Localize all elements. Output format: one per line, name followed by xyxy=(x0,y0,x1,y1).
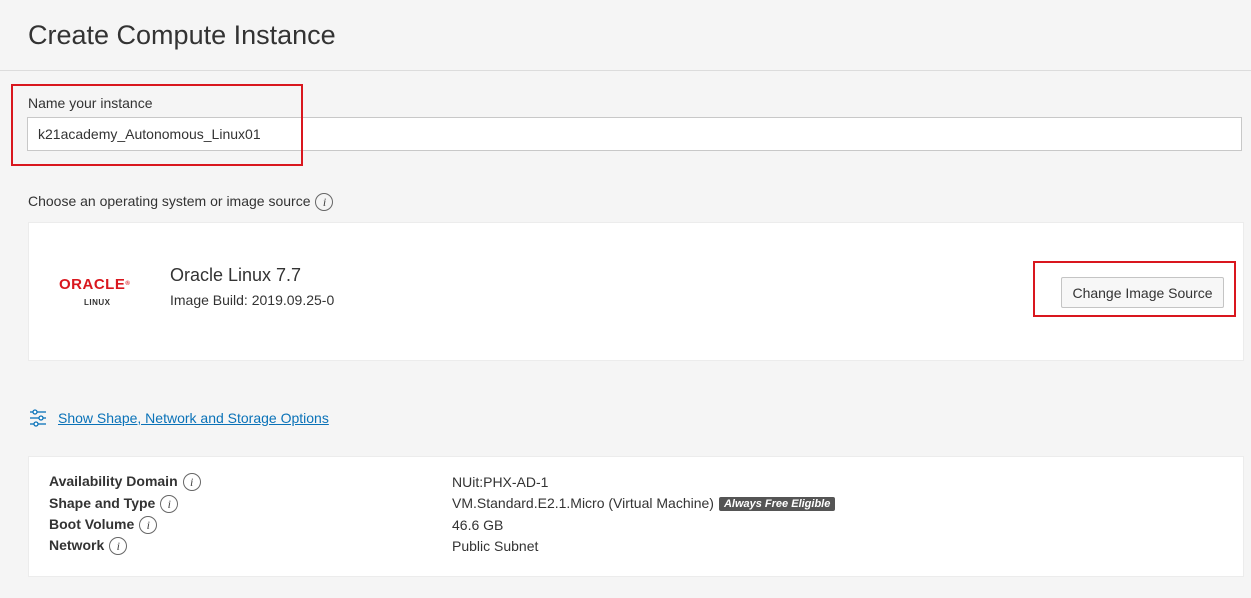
instance-name-label: Name your instance xyxy=(28,95,153,111)
summary-value: 46.6 GB xyxy=(452,517,504,533)
change-image-source-button[interactable]: Change Image Source xyxy=(1061,277,1224,308)
logo-sub-text: LINUX xyxy=(84,298,111,307)
info-icon[interactable]: i xyxy=(315,193,334,212)
show-options-link-text[interactable]: Show Shape, Network and Storage Options xyxy=(58,410,329,426)
image-source-label-text: Choose an operating system or image sour… xyxy=(28,193,311,209)
show-options-link[interactable]: Show Shape, Network and Storage Options xyxy=(28,408,329,428)
image-source-label: Choose an operating system or image sour… xyxy=(28,193,334,212)
info-icon[interactable]: i xyxy=(182,473,201,492)
page-title: Create Compute Instance xyxy=(28,20,336,50)
summary-value: VM.Standard.E2.1.Micro (Virtual Machine) xyxy=(452,495,714,511)
summary-label: Availability Domain xyxy=(49,473,178,489)
page-header: Create Compute Instance xyxy=(0,0,1251,71)
summary-row-shape-type: Shape and Type i xyxy=(49,495,179,515)
summary-label: Network xyxy=(49,537,105,553)
instance-name-input[interactable] xyxy=(27,117,1242,151)
image-card: ORACLE® LINUX Oracle Linux 7.7 Image Bui… xyxy=(28,222,1244,361)
summary-value-shape: VM.Standard.E2.1.Micro (Virtual Machine)… xyxy=(452,495,836,511)
image-build: Image Build: 2019.09.25-0 xyxy=(170,292,335,308)
info-icon[interactable]: i xyxy=(139,516,158,535)
summary-row-boot-volume: Boot Volume i xyxy=(49,516,158,536)
logo-brand-text: ORACLE xyxy=(59,276,126,293)
always-free-badge: Always Free Eligible xyxy=(718,497,836,511)
summary-label: Shape and Type xyxy=(49,495,156,511)
summary-label: Boot Volume xyxy=(49,516,135,532)
image-name: Oracle Linux 7.7 xyxy=(170,265,302,285)
sliders-icon xyxy=(30,409,46,427)
summary-row-network: Network i xyxy=(49,537,128,557)
info-icon[interactable]: i xyxy=(109,537,128,556)
oracle-linux-logo: ORACLE® LINUX xyxy=(59,277,145,311)
info-icon[interactable]: i xyxy=(160,495,179,514)
summary-value: NUit:PHX-AD-1 xyxy=(452,474,549,490)
summary-value: Public Subnet xyxy=(452,538,539,554)
instance-summary-card: Availability Domain i NUit:PHX-AD-1 Shape… xyxy=(28,456,1244,577)
summary-row-availability-domain: Availability Domain i xyxy=(49,473,201,493)
